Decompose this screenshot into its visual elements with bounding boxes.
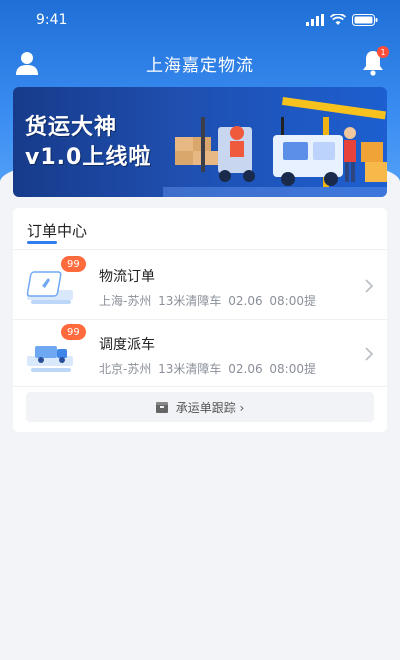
logistics-illustration [163, 97, 387, 197]
signal-icon [306, 14, 324, 26]
notification-button[interactable]: 1 [360, 46, 389, 76]
order-item-dispatch[interactable]: 99 调度派车 北京-苏州 13米清障车 02.06 08:00提 [13, 322, 387, 386]
page-title: 上海嘉定物流 [146, 55, 254, 76]
order-count-badge: 99 [61, 324, 86, 340]
package-icon [155, 401, 168, 413]
user-icon[interactable] [14, 50, 40, 76]
status-time: 9:41 [36, 12, 68, 28]
order-count-badge: 99 [61, 256, 86, 272]
title-underline [27, 241, 57, 244]
order-item-route: 上海-苏州 13米清障车 02.06 08:00提 [99, 294, 316, 308]
battery-icon [352, 14, 378, 26]
order-item-name: 物流订单 [99, 269, 155, 285]
order-item-logistics[interactable]: 99 物流订单 上海-苏州 13米清障车 02.06 08:00提 [13, 254, 387, 318]
navigation-bar: 上海嘉定物流 1 [0, 42, 400, 84]
order-item-name: 调度派车 [99, 337, 155, 353]
order-item-route: 北京-苏州 13米清障车 02.06 08:00提 [99, 362, 316, 376]
order-center-card: 订单中心 99 物流订单 上海-苏州 13米清障车 02.06 08:00提 9… [13, 208, 387, 432]
promo-banner[interactable]: 货运大神 v1.0上线啦 [13, 87, 387, 197]
waybill-tracking-label: 承运单跟踪 › [175, 400, 245, 415]
status-bar: 9:41 [0, 0, 400, 40]
status-icons [306, 14, 378, 26]
chevron-right-icon [365, 279, 374, 293]
banner-line-1: 货运大神 [25, 115, 118, 140]
wifi-icon [330, 14, 346, 25]
waybill-tracking-button[interactable]: 承运单跟踪 › [26, 392, 374, 422]
chevron-right-icon [365, 347, 374, 361]
order-center-title: 订单中心 [27, 222, 88, 240]
divider [13, 249, 387, 250]
banner-line-2: v1.0上线啦 [25, 145, 152, 170]
divider [13, 319, 387, 320]
notification-badge: 1 [377, 46, 389, 58]
banner-headline: 货运大神 v1.0上线啦 [25, 113, 151, 173]
divider [13, 386, 387, 387]
